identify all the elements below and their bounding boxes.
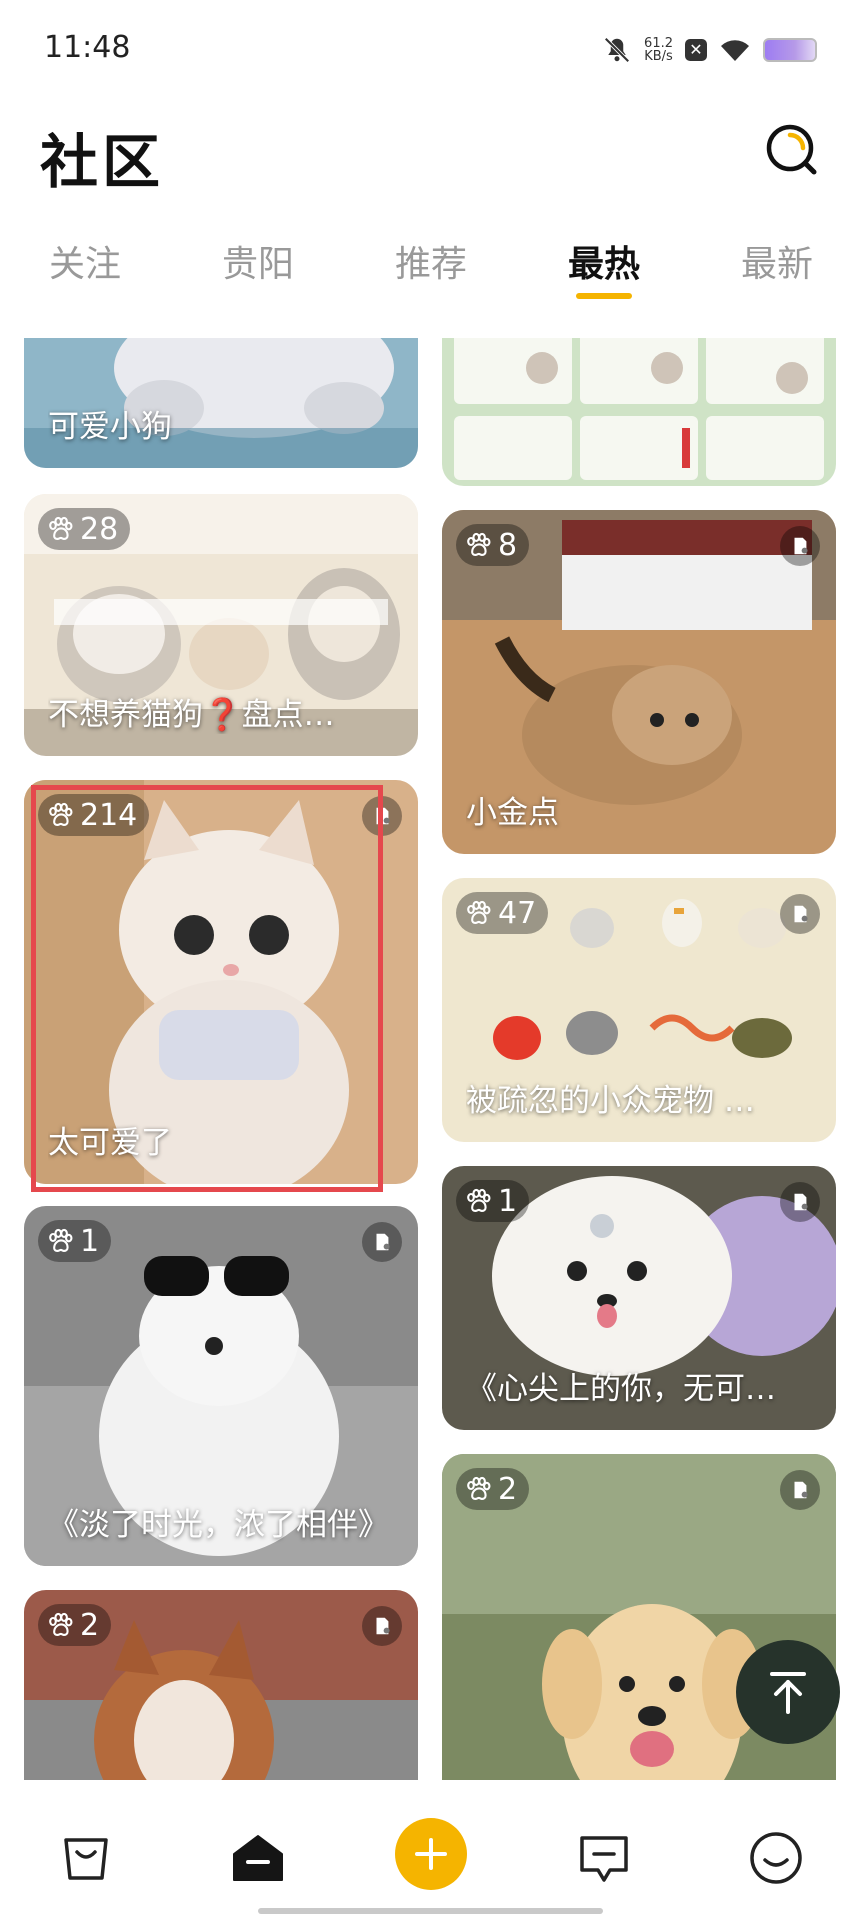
paw-icon bbox=[49, 1612, 73, 1636]
like-count: 47 bbox=[498, 895, 537, 931]
post-card[interactable]: 可爱小狗 bbox=[24, 338, 418, 468]
post-card[interactable]: 214 太可爱了 bbox=[24, 780, 418, 1184]
x-badge-icon: ✕ bbox=[685, 39, 707, 61]
home-indicator bbox=[258, 1908, 603, 1914]
like-count-badge: 1 bbox=[38, 1220, 112, 1262]
net-speed: 61.2 KB/s bbox=[644, 37, 673, 63]
document-icon bbox=[362, 1222, 402, 1262]
post-card[interactable]: 1 《心尖上的你，无可… bbox=[442, 1166, 836, 1430]
paw-icon bbox=[467, 1188, 491, 1212]
document-icon bbox=[780, 526, 820, 566]
add-icon bbox=[415, 1838, 447, 1870]
post-card[interactable]: 2 bbox=[24, 1590, 418, 1780]
paw-icon bbox=[467, 532, 491, 556]
tab-recommend[interactable]: 推荐 bbox=[376, 235, 486, 287]
message-icon bbox=[580, 1836, 628, 1882]
post-card[interactable] bbox=[442, 338, 836, 486]
post-card[interactable]: 28 不想养猫狗❓盘点… bbox=[24, 494, 418, 756]
arrow-up-to-top-icon bbox=[770, 1672, 806, 1714]
post-image bbox=[442, 338, 836, 486]
battery-icon bbox=[763, 38, 817, 62]
bell-mute-icon bbox=[604, 37, 630, 63]
like-count-badge: 47 bbox=[456, 892, 549, 934]
like-count: 28 bbox=[80, 511, 119, 547]
like-count-badge: 2 bbox=[456, 1468, 530, 1510]
status-time: 11:48 bbox=[44, 30, 131, 65]
search-icon[interactable] bbox=[764, 122, 820, 178]
shopping-bag-icon bbox=[64, 1838, 108, 1880]
like-count-badge: 2 bbox=[38, 1604, 112, 1646]
like-count-badge: 214 bbox=[38, 794, 150, 836]
document-icon bbox=[780, 1182, 820, 1222]
profile-icon bbox=[750, 1832, 802, 1884]
home-icon bbox=[233, 1835, 283, 1881]
paw-icon bbox=[467, 900, 491, 924]
document-icon bbox=[780, 1470, 820, 1510]
post-title: 小金点 bbox=[466, 795, 559, 831]
status-bar: 11:48 61.2 KB/s ✕ bbox=[0, 0, 861, 100]
post-title: 太可爱了 bbox=[48, 1125, 172, 1161]
like-count-badge: 8 bbox=[456, 524, 530, 566]
post-card[interactable]: 47 被疏忽的小众宠物 … bbox=[442, 878, 836, 1142]
post-title: 《心尖上的你，无可… bbox=[466, 1371, 776, 1407]
document-icon bbox=[362, 1606, 402, 1646]
net-speed-unit: KB/s bbox=[644, 49, 673, 64]
bottom-nav bbox=[0, 1780, 861, 1920]
post-feed[interactable]: 可爱小狗 28 不想养猫狗❓盘点… 214 太可爱了 1 《淡了时光，浓了相伴》… bbox=[0, 338, 861, 1780]
paw-icon bbox=[49, 516, 73, 540]
like-count: 214 bbox=[80, 797, 138, 833]
post-card[interactable]: 1 《淡了时光，浓了相伴》 bbox=[24, 1206, 418, 1566]
tab-hottest[interactable]: 最热 bbox=[549, 235, 659, 287]
nav-home[interactable] bbox=[228, 1828, 288, 1888]
like-count: 2 bbox=[498, 1471, 518, 1507]
page-title: 社区 bbox=[40, 128, 165, 196]
add-post-button[interactable] bbox=[395, 1818, 467, 1890]
tab-newest[interactable]: 最新 bbox=[722, 235, 832, 287]
tab-guiyang[interactable]: 贵阳 bbox=[203, 235, 313, 287]
tab-bar: 关注 贵阳 推荐 最热 最新 bbox=[0, 235, 861, 305]
paw-icon bbox=[49, 802, 73, 826]
post-card[interactable]: 8 小金点 bbox=[442, 510, 836, 854]
like-count-badge: 28 bbox=[38, 508, 131, 550]
nav-shop[interactable] bbox=[56, 1828, 116, 1888]
document-icon bbox=[362, 796, 402, 836]
tab-follow[interactable]: 关注 bbox=[30, 235, 140, 287]
like-count: 1 bbox=[498, 1183, 518, 1219]
scroll-to-top-button[interactable] bbox=[736, 1640, 840, 1744]
like-count-badge: 1 bbox=[456, 1180, 530, 1222]
nav-messages[interactable] bbox=[574, 1828, 634, 1888]
post-title: 被疏忽的小众宠物 … bbox=[466, 1083, 755, 1119]
post-title: 不想养猫狗❓盘点… bbox=[48, 697, 335, 733]
status-icons: 61.2 KB/s ✕ bbox=[602, 32, 817, 68]
paw-icon bbox=[49, 1228, 73, 1252]
paw-icon bbox=[467, 1476, 491, 1500]
like-count: 2 bbox=[80, 1607, 100, 1643]
nav-profile[interactable] bbox=[746, 1828, 806, 1888]
tab-active-indicator bbox=[576, 293, 632, 299]
post-title: 可爱小狗 bbox=[48, 409, 172, 445]
like-count: 1 bbox=[80, 1223, 100, 1259]
like-count: 8 bbox=[498, 527, 518, 563]
document-icon bbox=[780, 894, 820, 934]
wifi-icon bbox=[721, 40, 749, 61]
post-title: 《淡了时光，浓了相伴》 bbox=[48, 1507, 389, 1543]
